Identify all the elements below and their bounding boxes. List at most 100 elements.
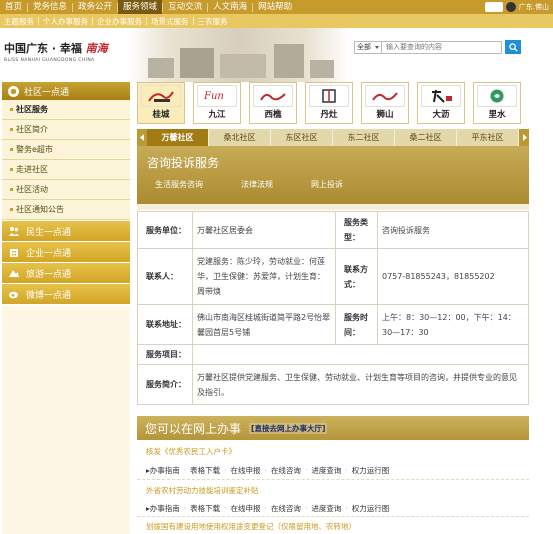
community-name: 丹灶 <box>320 110 338 120</box>
sidebar-category-label: 微博一点通 <box>26 290 72 301</box>
tourism-icon <box>8 267 20 279</box>
search-button[interactable] <box>505 40 521 54</box>
sidebar-category-label: 企业一点通 <box>26 248 72 259</box>
link-forms[interactable]: 表格下载 <box>186 503 224 514</box>
banner-building <box>274 44 304 78</box>
top-nav: 首页 党务信息 政务公开 服务领域 互动交流 人文南海 网站帮助 广东.佛山 <box>0 0 553 14</box>
sidebar-category-weibo[interactable]: 微博一点通 <box>2 284 130 304</box>
table-row: 联系人： 党建服务：陈少玲，劳动就业：何莲华，卫生保健：苏爱萍，计划生育：周带焕… <box>137 248 529 305</box>
tab-dong-er[interactable]: 东二社区 <box>333 129 395 146</box>
sidebar-item-community-intro[interactable]: 社区简介 <box>2 120 130 140</box>
link-consult[interactable]: 在线咨询 <box>267 503 305 514</box>
search-bar: 全部 <box>354 40 521 54</box>
nav-party-info[interactable]: 党务信息 <box>28 0 72 14</box>
unit-label: 服务单位： <box>137 211 193 249</box>
subnav-enterprise[interactable]: 企业办事服务 <box>93 16 146 27</box>
link-apply[interactable]: 在线申报 <box>227 503 265 514</box>
community-shishan[interactable]: 狮山 <box>361 82 409 124</box>
address-value: 佛山市南海区桂城街道简平路2号怡翠馨园首层5号铺 <box>192 304 336 345</box>
community-xiqiao[interactable]: 西樵 <box>249 82 297 124</box>
top-right-tools: 广东.佛山 <box>484 2 549 12</box>
site-logo[interactable]: 中国广东 · 幸福 南海 BLISS NANHAI GUANGDONG CHIN… <box>4 40 108 63</box>
sidebar-item-visit-community[interactable]: 走进社区 <box>2 160 130 180</box>
svg-text:Fun: Fun <box>203 91 224 102</box>
link-power-chart[interactable]: 权力运行图 <box>348 503 394 514</box>
sub-nav: 主题服务 个人办事服务 企业办事服务 场景式服务 三农服务 <box>0 14 553 28</box>
nav-gov-affairs[interactable]: 政务公开 <box>73 0 117 14</box>
subnav-theme[interactable]: 主题服务 <box>0 16 38 27</box>
service-link-life[interactable]: 生活服务咨询 <box>155 179 203 190</box>
subnav-scenario[interactable]: 场景式服务 <box>147 16 193 27</box>
people-icon <box>8 225 20 237</box>
nav-home[interactable]: 首页 <box>0 0 27 14</box>
service-banner: 咨询投诉服务 生活服务咨询 法律法规 网上投诉 <box>137 146 529 204</box>
guicheng-logo-icon <box>141 85 181 107</box>
service-link-law[interactable]: 法律法规 <box>241 179 273 190</box>
sidebar-header[interactable]: 社区一点通 <box>2 82 130 100</box>
service-group-links: ▸办事指南 · 表格下载 · 在线申报 · 在线咨询 · 进度查询 · 权力运行图 <box>146 503 393 514</box>
community-guicheng[interactable]: 桂城 <box>137 82 185 124</box>
dali-logo-icon <box>421 85 461 107</box>
tab-pingdong[interactable]: 平东社区 <box>457 129 519 146</box>
link-apply[interactable]: 在线申报 <box>227 465 265 476</box>
type-label: 服务类型： <box>335 211 378 249</box>
location-label: 广东.佛山 <box>518 3 549 11</box>
sidebar-item-community-events[interactable]: 社区活动 <box>2 180 130 200</box>
lishui-logo-icon <box>477 85 517 107</box>
online-hall-link[interactable]: [直接去网上办事大厅] <box>249 422 328 434</box>
sidebar-category-label: 旅游一点通 <box>26 269 72 280</box>
sidebar-item-community-notices[interactable]: 社区通知公告 <box>2 200 130 220</box>
search-icon <box>508 42 518 52</box>
link-guide[interactable]: ▸办事指南 <box>146 503 184 514</box>
sidebar-item-community-service[interactable]: 社区服务 <box>2 100 130 120</box>
link-progress[interactable]: 进度查询 <box>307 503 345 514</box>
toolbar-chip[interactable] <box>484 2 503 12</box>
tab-wanxin[interactable]: 万馨社区 <box>147 129 209 146</box>
community-lishui[interactable]: 里水 <box>473 82 521 124</box>
search-input[interactable] <box>382 40 502 54</box>
link-progress[interactable]: 进度查询 <box>307 465 345 476</box>
service-info-table: 服务单位： 万馨社区居委会 服务类型： 咨询投诉服务 联系人： 党建服务：陈少玲… <box>137 211 529 405</box>
link-guide[interactable]: ▸办事指南 <box>146 465 184 476</box>
tabs-next-button[interactable] <box>519 129 529 146</box>
link-forms[interactable]: 表格下载 <box>186 465 224 476</box>
tab-dongqu[interactable]: 东区社区 <box>271 129 333 146</box>
phone-label: 联系方式： <box>335 248 378 305</box>
banner-building <box>148 58 174 78</box>
banner-building <box>310 60 334 78</box>
service-link-complaint[interactable]: 网上投诉 <box>311 179 343 190</box>
community-danzao[interactable]: 丹灶 <box>305 82 353 124</box>
nav-services[interactable]: 服务领域 <box>118 0 163 14</box>
sidebar-header-label: 社区一点通 <box>24 87 70 98</box>
nav-help[interactable]: 网站帮助 <box>253 0 297 14</box>
service-group-title[interactable]: 划拨国有建设用地使用权用途变更登记（仅限留用地、农转地） <box>146 521 356 532</box>
sidebar-item-police-market[interactable]: 警务e超市 <box>2 140 130 160</box>
sidebar-category-livelihood[interactable]: 民生一点通 <box>2 221 130 241</box>
sidebar-category-enterprise[interactable]: 企业一点通 <box>2 242 130 262</box>
tab-sang-er[interactable]: 桑二社区 <box>395 129 457 146</box>
community-name: 狮山 <box>376 110 394 120</box>
community-dali[interactable]: 大沥 <box>417 82 465 124</box>
community-selector: 桂城 Fun 九江 西樵 丹灶 狮山 大沥 里水 <box>137 82 529 124</box>
community-jiujiang[interactable]: Fun 九江 <box>193 82 241 124</box>
chevron-right-icon <box>522 134 527 141</box>
service-group-title[interactable]: 外省农村劳动力技能培训鉴定补贴 <box>146 485 259 496</box>
service-group-title[interactable]: 核发《优秀农民工入户卡》 <box>146 446 236 457</box>
nav-interaction[interactable]: 互动交流 <box>163 0 207 14</box>
header-banner-image <box>128 28 350 82</box>
sidebar-category-tourism[interactable]: 旅游一点通 <box>2 263 130 283</box>
subnav-agriculture[interactable]: 三农服务 <box>194 16 232 27</box>
link-power-chart[interactable]: 权力运行图 <box>348 465 394 476</box>
contact-value: 党建服务：陈少玲，劳动就业：何莲华，卫生保健：苏爱萍，计划生育：周带焕 <box>192 248 336 305</box>
banner-building <box>220 54 266 78</box>
table-row: 联系地址： 佛山市南海区桂城街道简平路2号怡翠馨园首层5号铺 服务时间： 上午：… <box>137 304 529 345</box>
subnav-personal[interactable]: 个人办事服务 <box>39 16 92 27</box>
link-consult[interactable]: 在线咨询 <box>267 465 305 476</box>
nav-culture[interactable]: 人文南海 <box>208 0 252 14</box>
unit-value: 万馨社区居委会 <box>192 211 336 249</box>
tabs-prev-button[interactable] <box>137 129 147 146</box>
tab-sangbei[interactable]: 桑北社区 <box>209 129 271 146</box>
link-label: 办事指南 <box>149 504 180 513</box>
search-scope-select[interactable]: 全部 <box>354 40 382 54</box>
service-title: 咨询投诉服务 <box>147 156 220 170</box>
